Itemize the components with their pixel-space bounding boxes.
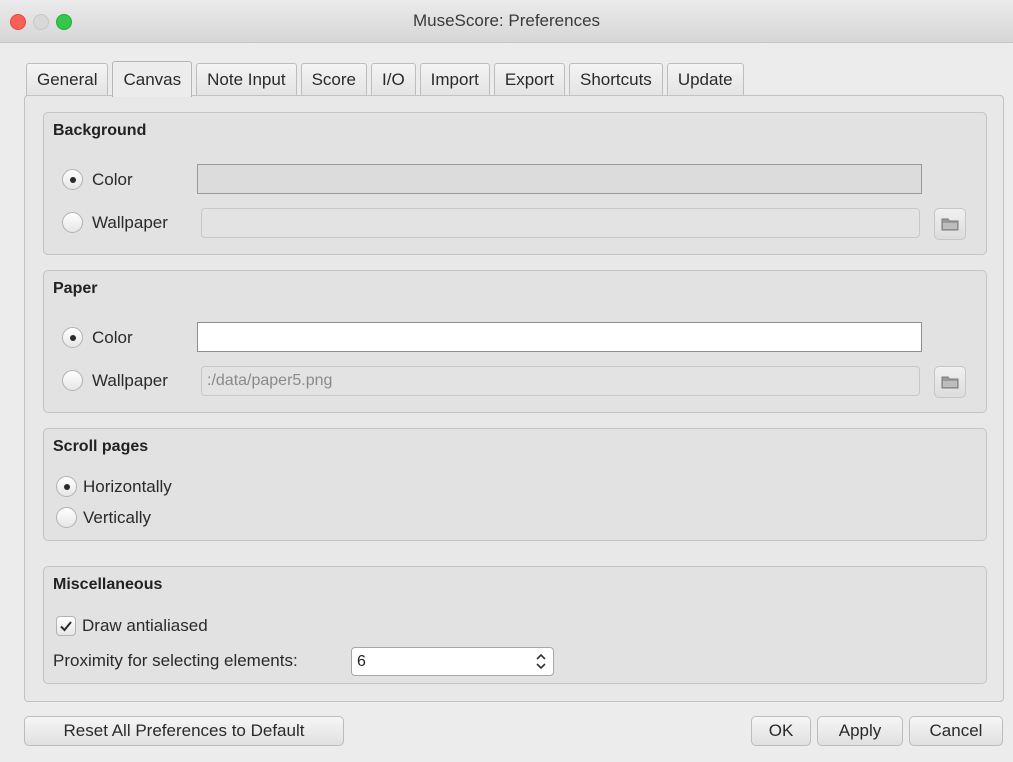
paper-color-swatch[interactable] xyxy=(197,322,922,352)
scroll-pages-title: Scroll pages xyxy=(53,438,149,455)
antialias-label: Draw antialiased xyxy=(82,616,208,635)
cancel-button[interactable]: Cancel xyxy=(909,716,1003,746)
scroll-pages-group: Scroll pages Horizontally Vertically xyxy=(43,428,987,541)
background-wallpaper-input[interactable] xyxy=(201,208,920,238)
reset-defaults-button[interactable]: Reset All Preferences to Default xyxy=(24,716,344,746)
title-bar: MuseScore: Preferences xyxy=(0,0,1013,43)
tab-export[interactable]: Export xyxy=(493,63,565,96)
proximity-spinbox[interactable]: 6 xyxy=(351,647,554,676)
antialias-checkbox[interactable] xyxy=(56,616,76,636)
scroll-horizontal-label: Horizontally xyxy=(83,476,172,496)
background-wallpaper-radio[interactable] xyxy=(62,212,83,233)
paper-title: Paper xyxy=(53,280,98,297)
background-wallpaper-browse-button[interactable] xyxy=(934,208,966,240)
checkmark-icon xyxy=(60,621,72,632)
scroll-vertical-radio[interactable] xyxy=(56,507,77,528)
paper-wallpaper-label: Wallpaper xyxy=(92,370,168,390)
scroll-vertical-option[interactable]: Vertically xyxy=(56,507,151,528)
antialias-option[interactable]: Draw antialiased xyxy=(56,616,208,636)
paper-color-option[interactable]: Color xyxy=(62,327,133,348)
background-title: Background xyxy=(53,122,147,139)
paper-wallpaper-option[interactable]: Wallpaper xyxy=(62,370,168,391)
paper-color-radio[interactable] xyxy=(62,327,83,348)
paper-wallpaper-browse-button[interactable] xyxy=(934,366,966,398)
scroll-horizontal-radio[interactable] xyxy=(56,476,77,497)
tab-io[interactable]: I/O xyxy=(371,63,416,96)
miscellaneous-title: Miscellaneous xyxy=(53,576,163,593)
tab-general[interactable]: General xyxy=(26,63,109,96)
proximity-label: Proximity for selecting elements: xyxy=(53,651,298,670)
folder-icon xyxy=(941,218,959,231)
proximity-value: 6 xyxy=(357,653,366,670)
stepper-arrows-icon[interactable] xyxy=(536,653,546,670)
scroll-horizontal-option[interactable]: Horizontally xyxy=(56,476,172,497)
tab-shortcuts[interactable]: Shortcuts xyxy=(569,63,663,96)
ok-button[interactable]: OK xyxy=(751,716,811,746)
paper-color-label: Color xyxy=(92,327,133,347)
tab-canvas[interactable]: Canvas xyxy=(112,61,193,97)
folder-icon xyxy=(941,376,959,389)
window-title: MuseScore: Preferences xyxy=(412,11,601,30)
background-color-radio[interactable] xyxy=(62,169,83,190)
tab-update[interactable]: Update xyxy=(666,63,744,96)
background-color-label: Color xyxy=(92,169,133,189)
tab-score[interactable]: Score xyxy=(300,63,367,96)
tab-bar: General Canvas Note Input Score I/O Impo… xyxy=(26,60,748,97)
canvas-panel: Background Color Wallpaper Paper Color W… xyxy=(24,95,1004,702)
background-wallpaper-label: Wallpaper xyxy=(92,212,168,232)
scroll-vertical-label: Vertically xyxy=(83,507,152,527)
miscellaneous-group: Miscellaneous Draw antialiased Proximity… xyxy=(43,566,987,684)
paper-wallpaper-input[interactable]: :/data/paper5.png xyxy=(201,366,920,396)
paper-group: Paper Color Wallpaper :/data/paper5.png xyxy=(43,270,987,413)
tab-note-input[interactable]: Note Input xyxy=(196,63,297,96)
background-color-option[interactable]: Color xyxy=(62,169,133,190)
background-group: Background Color Wallpaper xyxy=(43,112,987,255)
background-wallpaper-option[interactable]: Wallpaper xyxy=(62,212,168,233)
background-color-swatch[interactable] xyxy=(197,164,922,194)
apply-button[interactable]: Apply xyxy=(817,716,903,746)
paper-wallpaper-radio[interactable] xyxy=(62,370,83,391)
tab-import[interactable]: Import xyxy=(419,63,490,96)
